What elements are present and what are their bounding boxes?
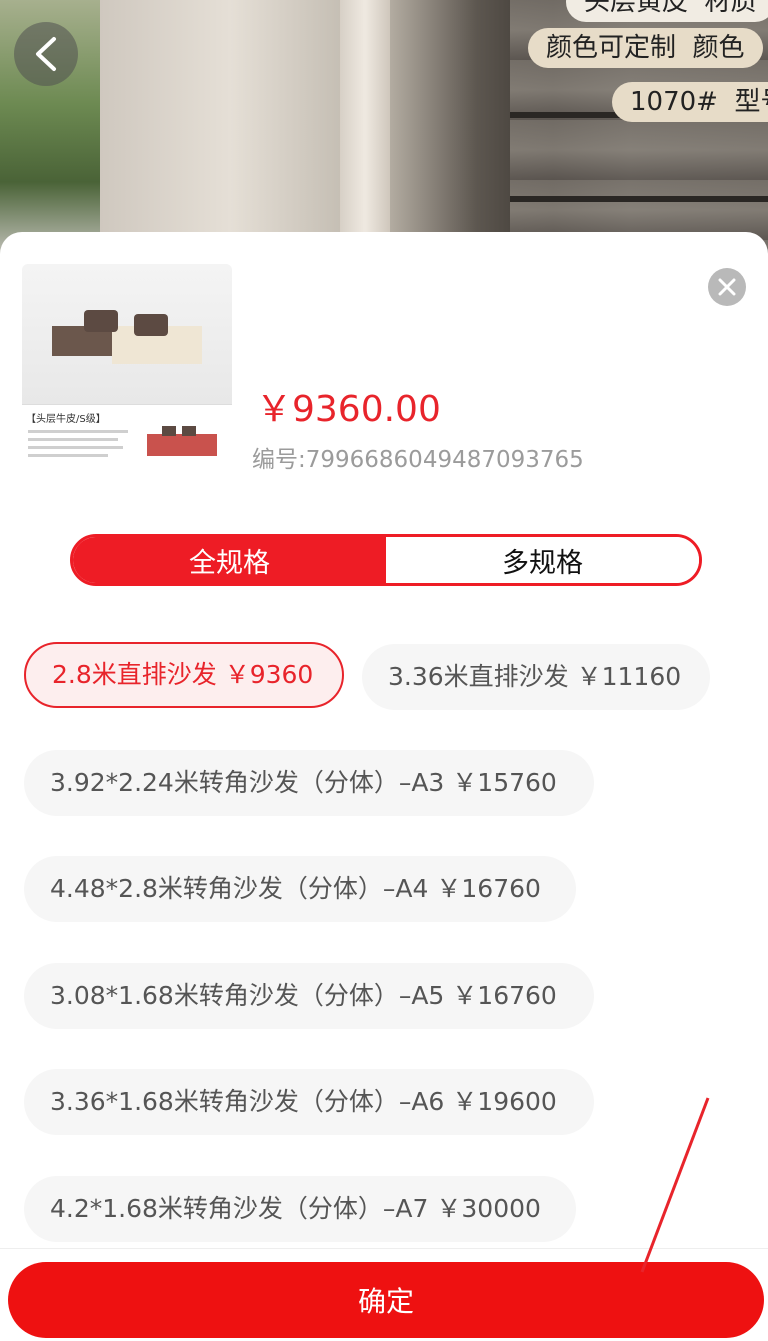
chevron-left-icon — [36, 37, 56, 71]
spec-mode-toggle: 全规格 多规格 — [70, 534, 702, 586]
spec-option-selected[interactable]: 2.8米直排沙发 ￥9360 — [24, 642, 344, 708]
spec-option[interactable]: 3.36*1.68米转角沙发（分体）–A6 ￥19600 — [24, 1069, 594, 1135]
hero-tag: 1070# 型号 — [612, 82, 768, 122]
hero-shelf — [510, 196, 768, 202]
product-code: 编号:7996686049487093765 — [252, 447, 584, 473]
spec-option[interactable]: 3.36米直排沙发 ￥11160 — [362, 644, 710, 710]
spec-option[interactable]: 3.08*1.68米转角沙发（分体）–A5 ￥16760 — [24, 963, 594, 1029]
spec-option[interactable]: 3.92*2.24米转角沙发（分体）–A3 ￥15760 — [24, 750, 594, 816]
close-icon — [718, 278, 736, 296]
back-button[interactable] — [14, 22, 78, 86]
product-thumbnail: 【头层牛皮/S级】 — [22, 264, 232, 474]
tab-all-specs[interactable]: 全规格 — [73, 537, 386, 583]
spec-option[interactable]: 4.2*1.68米转角沙发（分体）–A7 ￥30000 — [24, 1176, 576, 1242]
thumbnail-caption: 【头层牛皮/S级】 — [26, 414, 106, 425]
hero-pillar — [340, 0, 390, 260]
close-button[interactable] — [708, 268, 746, 306]
spec-option[interactable]: 4.48*2.8米转角沙发（分体）–A4 ￥16760 — [24, 856, 576, 922]
tab-multi-specs[interactable]: 多规格 — [386, 537, 699, 583]
product-price: ￥9360.00 — [256, 389, 441, 430]
hero-tag: 颜色可定制 颜色 — [528, 28, 763, 68]
hero-tag: 头层黄皮 材质 — [566, 0, 768, 22]
annotation-line — [640, 1097, 710, 1273]
product-hero-image: 头层黄皮 材质 颜色可定制 颜色 1070# 型号 — [0, 0, 768, 260]
